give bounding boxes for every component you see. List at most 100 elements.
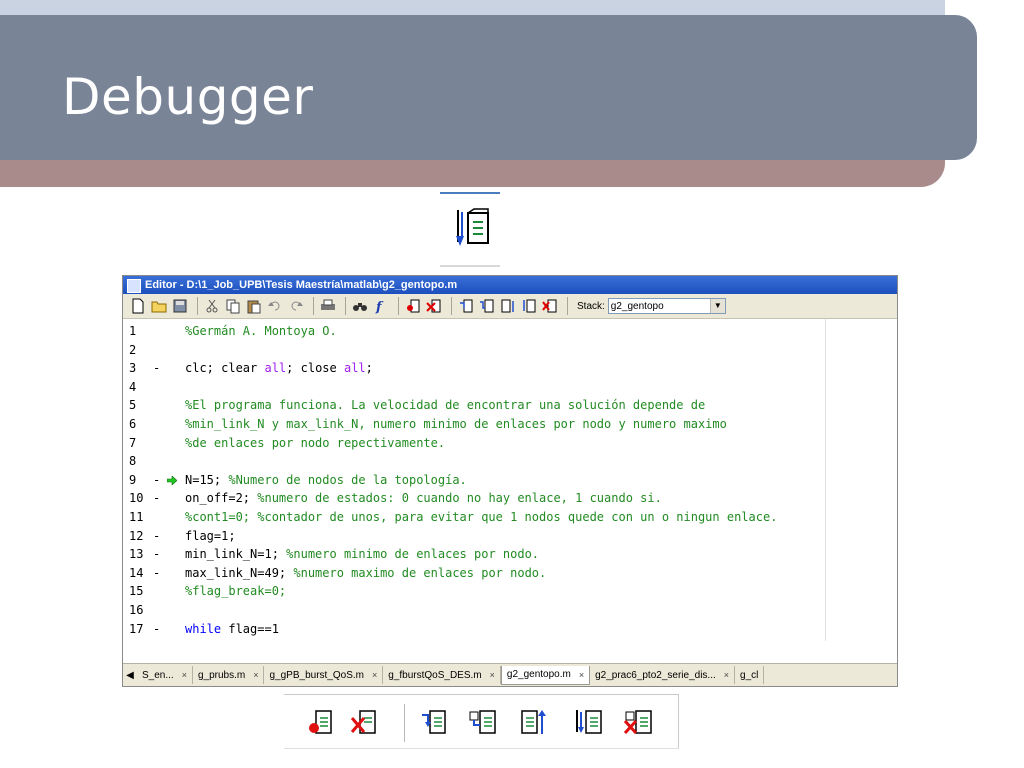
line-number[interactable]: 15 [129, 583, 149, 600]
code-line[interactable]: 4 [123, 379, 897, 396]
copy-button[interactable] [224, 297, 242, 315]
file-tab[interactable]: g_prubs.m × [193, 666, 265, 684]
executable-marker[interactable]: - [153, 528, 160, 545]
set-breakpoint-icon [407, 299, 420, 313]
line-number[interactable]: 1 [129, 323, 149, 340]
step-out-icon[interactable] [518, 708, 548, 738]
clear-breakpoints-button[interactable] [425, 297, 443, 315]
code-line[interactable]: 10- on_off=2; %numero de estados: 0 cuand… [123, 490, 897, 507]
executable-marker[interactable]: - [153, 472, 160, 489]
close-tab-icon[interactable]: × [253, 670, 258, 680]
code-line[interactable]: 13- min_link_N=1; %numero minimo de enlac… [123, 546, 897, 563]
paste-button[interactable] [245, 297, 263, 315]
line-number[interactable]: 4 [129, 379, 149, 396]
line-number[interactable]: 12 [129, 528, 149, 545]
continue-button[interactable] [520, 297, 538, 315]
code-comment: %Germán A. Montoya O. [185, 324, 337, 338]
code-line[interactable]: 8 [123, 453, 897, 470]
set-breakpoint-button[interactable] [404, 297, 422, 315]
undo-button[interactable] [266, 297, 284, 315]
find-button[interactable] [351, 297, 369, 315]
open-file-button[interactable] [150, 297, 168, 315]
code-line[interactable]: 14- max_link_N=49; %numero maximo de enla… [123, 565, 897, 582]
function-button[interactable]: f [372, 297, 390, 315]
file-tab[interactable]: g2_gentopo.m × [500, 665, 591, 685]
set-breakpoint-icon[interactable] [306, 708, 336, 738]
redo-icon [291, 301, 303, 311]
tab-scroll-left-icon[interactable]: ◀ [123, 666, 137, 684]
line-number[interactable]: 14 [129, 565, 149, 582]
file-tab[interactable]: g2_prac6_pto2_serie_dis... × [590, 666, 736, 684]
save-button[interactable] [171, 297, 189, 315]
code-text: %Germán A. Montoya O. [185, 323, 337, 340]
toolbar-separator [345, 297, 346, 315]
print-button[interactable] [319, 297, 337, 315]
close-tab-icon[interactable]: × [724, 670, 729, 680]
step-out-button[interactable] [499, 297, 517, 315]
file-tab-label: g2_prac6_pto2_serie_dis... [595, 669, 716, 681]
executable-marker[interactable]: - [153, 565, 160, 582]
line-number[interactable]: 3 [129, 360, 149, 377]
code-line[interactable]: 15 %flag_break=0; [123, 583, 897, 600]
file-tab[interactable]: g_fburstQoS_DES.m × [383, 666, 501, 684]
code-line[interactable]: 6 %min_link_N y max_link_N, numero minimo… [123, 416, 897, 433]
file-tab[interactable]: S_en... × [137, 666, 193, 684]
exit-debug-icon[interactable] [624, 708, 654, 738]
executable-marker[interactable]: - [153, 490, 160, 507]
line-number[interactable]: 9 [129, 472, 149, 489]
binoculars-icon [353, 303, 367, 311]
code-line[interactable]: 16 [123, 602, 897, 619]
code-line[interactable]: 7 %de enlaces por nodo repectivamente. [123, 435, 897, 452]
close-tab-icon[interactable]: × [579, 670, 584, 680]
executable-marker[interactable]: - [153, 546, 160, 563]
step-in-icon[interactable] [468, 708, 498, 738]
chevron-down-icon[interactable]: ▼ [709, 299, 725, 313]
svg-text:f: f [375, 300, 384, 314]
line-number[interactable]: 8 [129, 453, 149, 470]
code-line[interactable]: 3- clc; clear all; close all; [123, 360, 897, 377]
executable-marker[interactable]: - [153, 621, 160, 638]
line-number[interactable]: 2 [129, 342, 149, 359]
code-line[interactable]: 12- flag=1; [123, 528, 897, 545]
clear-breakpoints-icon[interactable] [350, 708, 380, 738]
new-file-button[interactable] [129, 297, 147, 315]
file-tabs-bar: ◀ S_en... × g_prubs.m × g_gPB_burst_QoS.m × g_… [123, 663, 897, 686]
line-number[interactable]: 7 [129, 435, 149, 452]
line-number[interactable]: 16 [129, 602, 149, 619]
line-number[interactable]: 6 [129, 416, 149, 433]
close-tab-icon[interactable]: × [182, 670, 187, 680]
exit-debug-button[interactable] [541, 297, 559, 315]
code-token: on_off=2; [185, 491, 258, 506]
line-number[interactable]: 11 [129, 509, 149, 526]
step-icon[interactable] [420, 708, 450, 738]
executable-marker[interactable]: - [153, 360, 160, 377]
line-number[interactable]: 5 [129, 397, 149, 414]
file-tab[interactable]: g_cl [735, 666, 765, 684]
toolbar-separator [313, 297, 314, 315]
line-number[interactable]: 10 [129, 490, 149, 507]
line-number[interactable]: 13 [129, 546, 149, 563]
code-line[interactable]: 1 %Germán A. Montoya O. [123, 323, 897, 340]
redo-button[interactable] [287, 297, 305, 315]
code-area[interactable]: 1 %Germán A. Montoya O. 2 3- clc; clear all;… [123, 319, 897, 641]
undo-icon [268, 301, 280, 311]
code-line[interactable]: 2 [123, 342, 897, 359]
file-tab[interactable]: g_gPB_burst_QoS.m × [264, 666, 384, 684]
hero-rule-top [440, 192, 500, 194]
step-in-button[interactable] [478, 297, 496, 315]
close-tab-icon[interactable]: × [490, 670, 495, 680]
code-line[interactable]: 11 %cont1=0; %contador de unos, para evit… [123, 509, 897, 526]
code-text: max_link_N=49; %numero maximo de enlaces… [185, 565, 546, 582]
stack-dropdown[interactable]: g2_gentopo ▼ [607, 298, 726, 314]
continue-icon [523, 299, 536, 313]
code-line[interactable]: 9- N=15; %Numero de nodos de la topología… [123, 472, 897, 489]
cut-button[interactable] [203, 297, 221, 315]
code-line[interactable]: 5 %El programa funciona. La velocidad de … [123, 397, 897, 414]
strip-rule-right [678, 694, 679, 749]
code-text: on_off=2; %numero de estados: 0 cuando n… [185, 490, 662, 507]
line-number[interactable]: 17 [129, 621, 149, 638]
close-tab-icon[interactable]: × [372, 670, 377, 680]
code-line[interactable]: 17- while flag==1 [123, 621, 897, 638]
step-button[interactable] [457, 297, 475, 315]
continue-icon[interactable] [574, 708, 604, 738]
